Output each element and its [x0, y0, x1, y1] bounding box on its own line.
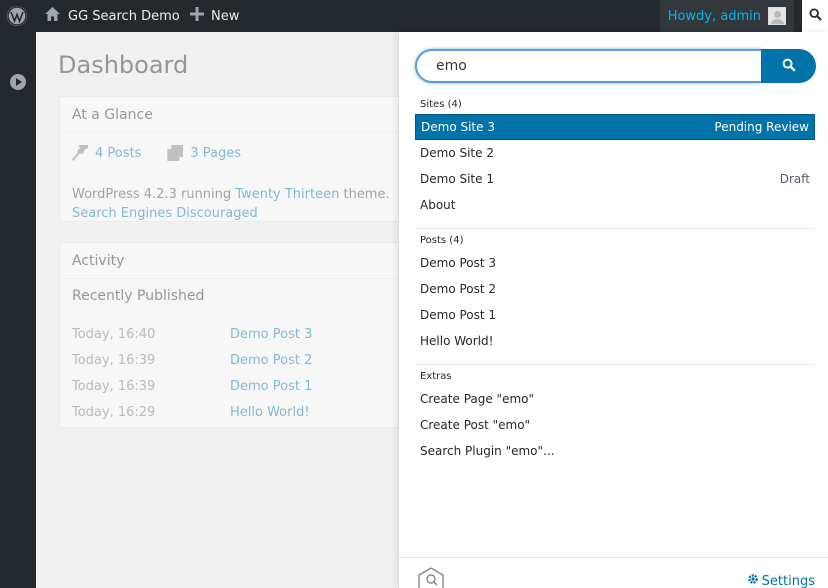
result-label: Search Plugin "emo"... [420, 444, 555, 458]
admin-menu [0, 32, 36, 588]
version-info: WordPress 4.2.3 running Twenty Thirteen … [72, 185, 422, 223]
theme-link[interactable]: Twenty Thirteen [235, 187, 339, 202]
search-input[interactable] [415, 49, 761, 83]
plus-icon [190, 7, 204, 25]
search-icon [782, 57, 796, 76]
howdy-label: Howdy, admin [667, 8, 761, 24]
result-label: Demo Site 2 [420, 146, 494, 160]
result-item[interactable]: Search Plugin "emo"... [415, 438, 815, 464]
settings-link[interactable]: Settings [747, 573, 815, 588]
page-title: Dashboard [58, 51, 189, 79]
search-icon [808, 7, 822, 25]
activity-post-link[interactable]: Demo Post 3 [230, 327, 312, 342]
settings-label: Settings [761, 573, 815, 588]
site-name-menu[interactable]: GG Search Demo [44, 0, 180, 32]
result-item[interactable]: Create Page "emo" [415, 386, 815, 412]
activity-post-link[interactable]: Hello World! [230, 405, 310, 420]
activity-date: Today, 16:29 [72, 404, 156, 420]
new-label: New [211, 8, 240, 24]
result-label: Hello World! [420, 334, 494, 348]
version-text: WordPress 4.2.3 running [72, 187, 236, 202]
at-a-glance-widget: At a Glance 4 Posts 3 Pages WordPress 4.… [59, 96, 439, 222]
activity-row: Today, 16:39 Demo Post 1 [72, 373, 432, 399]
pin-icon [72, 145, 88, 161]
plugin-logo-icon [417, 567, 445, 588]
divider [415, 364, 815, 365]
result-item[interactable]: Demo Post 1 [415, 302, 815, 328]
widget-title: Activity [60, 243, 438, 279]
result-label: Demo Post 3 [420, 256, 497, 270]
panel-footer: Settings [399, 557, 828, 588]
search-submit-button[interactable] [761, 49, 816, 83]
activity-post-link[interactable]: Demo Post 1 [230, 379, 312, 394]
result-status: Draft [779, 172, 810, 186]
version-suffix: theme. [339, 187, 390, 202]
result-label: Create Page "emo" [420, 392, 535, 406]
collapse-menu-icon[interactable] [10, 74, 26, 90]
posts-count-link[interactable]: 4 Posts [72, 145, 141, 161]
avatar [768, 7, 786, 25]
pages-count-label: 3 Pages [190, 145, 242, 161]
search-bar [415, 49, 816, 83]
divider [415, 228, 815, 229]
sites-group-heading: Sites (4) [420, 99, 462, 110]
sites-results: Demo Site 3 Pending Review Demo Site 2 D… [415, 114, 815, 218]
result-label: Demo Site 3 [421, 120, 495, 134]
pages-icon [167, 145, 184, 161]
result-label: Demo Post 2 [420, 282, 497, 296]
posts-group-heading: Posts (4) [420, 235, 464, 246]
activity-list: Today, 16:40 Demo Post 3 Today, 16:39 De… [72, 321, 432, 425]
gear-icon [747, 573, 759, 588]
result-item[interactable]: Create Post "emo" [415, 412, 815, 438]
activity-row: Today, 16:39 Demo Post 2 [72, 347, 432, 373]
pages-count-link[interactable]: 3 Pages [167, 145, 241, 161]
wordpress-logo-icon[interactable] [7, 6, 27, 26]
extras-results: Create Page "emo" Create Post "emo" Sear… [415, 386, 815, 464]
activity-date: Today, 16:39 [72, 352, 156, 368]
result-status: Pending Review [714, 120, 809, 134]
recently-published-heading: Recently Published [72, 288, 205, 304]
result-item[interactable]: About [415, 192, 815, 218]
posts-count-label: 4 Posts [95, 145, 142, 161]
search-panel: Sites (4) Demo Site 3 Pending Review Dem… [398, 32, 828, 588]
result-item[interactable]: Demo Site 2 [415, 140, 815, 166]
result-item[interactable]: Hello World! [415, 328, 815, 354]
result-item[interactable]: Demo Post 3 [415, 250, 815, 276]
new-content-menu[interactable]: New [190, 0, 239, 32]
admin-bar: GG Search Demo New Howdy, admin [0, 0, 828, 32]
home-icon [44, 6, 61, 26]
activity-post-link[interactable]: Demo Post 2 [230, 353, 312, 368]
result-label: Create Post "emo" [420, 418, 531, 432]
activity-row: Today, 16:40 Demo Post 3 [72, 321, 432, 347]
widget-title: At a Glance [60, 97, 438, 133]
result-item[interactable]: Demo Site 1 Draft [415, 166, 815, 192]
result-label: Demo Post 1 [420, 308, 497, 322]
activity-widget: Activity Recently Published Today, 16:40… [59, 242, 439, 428]
posts-results: Demo Post 3 Demo Post 2 Demo Post 1 Hell… [415, 250, 815, 354]
activity-date: Today, 16:40 [72, 326, 156, 342]
adminbar-search-button[interactable] [802, 0, 828, 32]
result-item[interactable]: Demo Site 3 Pending Review [415, 114, 815, 140]
result-label: Demo Site 1 [420, 172, 494, 186]
my-account-menu[interactable]: Howdy, admin [659, 0, 794, 32]
result-item[interactable]: Demo Post 2 [415, 276, 815, 302]
activity-row: Today, 16:29 Hello World! [72, 399, 432, 425]
extras-group-heading: Extras [420, 371, 452, 382]
activity-date: Today, 16:39 [72, 378, 156, 394]
search-engines-link[interactable]: Search Engines Discouraged [72, 206, 258, 221]
site-name-label: GG Search Demo [68, 8, 180, 24]
result-label: About [420, 198, 456, 212]
